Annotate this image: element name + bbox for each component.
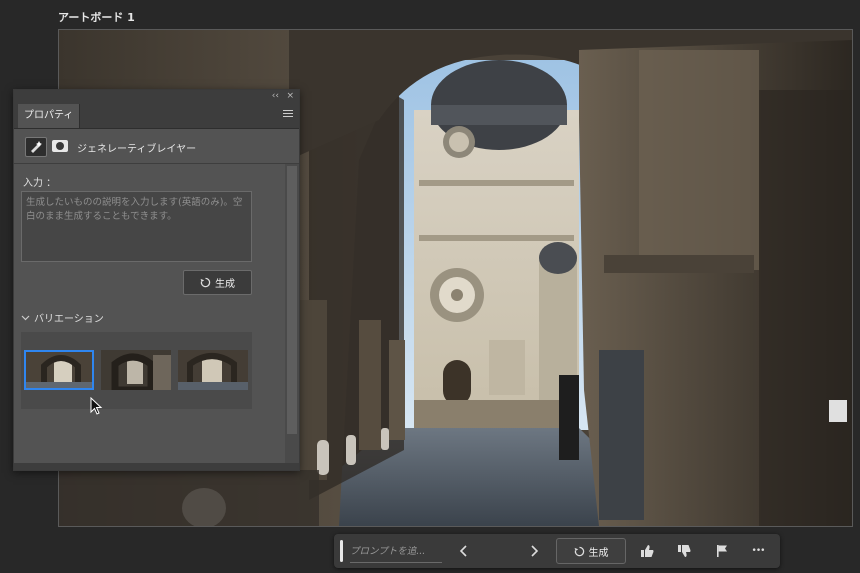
tab-properties[interactable]: プロパティ <box>18 104 81 128</box>
panel-menu-icon[interactable] <box>283 110 293 118</box>
contextual-taskbar: 生成 ••• <box>334 534 780 568</box>
collapse-panel-icon[interactable]: ‹‹ <box>272 90 279 102</box>
panel-resize-handle[interactable] <box>14 463 299 470</box>
variations-grid <box>21 332 252 409</box>
taskbar-prompt-input[interactable] <box>350 540 442 563</box>
variations-label: バリエーション <box>34 314 104 325</box>
variation-thumbnail-3[interactable] <box>178 350 248 390</box>
taskbar-generate-label: 生成 <box>588 547 609 559</box>
generative-layer-icon <box>25 137 47 157</box>
panel-tab-bar: プロパティ <box>14 102 299 129</box>
thumbs-up-icon[interactable] <box>639 543 655 559</box>
artboard-title: アートボード 1 <box>58 11 135 24</box>
chevron-down-icon <box>21 315 30 320</box>
generate-button[interactable]: 生成 <box>183 270 252 295</box>
taskbar-generate-button[interactable]: 生成 <box>556 538 626 564</box>
close-panel-icon[interactable]: × <box>286 90 294 102</box>
scrollbar-thumb[interactable] <box>287 166 297 434</box>
mouse-pointer-icon <box>90 397 103 415</box>
previous-variation-icon[interactable] <box>456 543 472 559</box>
panel-title-bar[interactable]: ‹‹ × <box>14 90 299 102</box>
thumbs-down-icon[interactable] <box>676 543 692 559</box>
taskbar-drag-handle[interactable] <box>340 540 343 562</box>
variation-thumbnail-2[interactable] <box>101 350 171 390</box>
refresh-icon <box>574 546 584 556</box>
more-options-icon[interactable]: ••• <box>750 543 766 559</box>
layer-mask-icon <box>52 140 68 152</box>
refresh-icon <box>200 277 211 288</box>
properties-panel[interactable]: ‹‹ × プロパティ ジェネレーティブレイヤー 入力 ： 生成 バリエーション <box>13 89 300 471</box>
layer-info-row: ジェネレーティブレイヤー <box>14 129 299 164</box>
variation-thumbnail-1[interactable] <box>24 350 94 390</box>
generate-button-label: 生成 <box>215 279 235 290</box>
prompt-textarea[interactable] <box>21 191 252 262</box>
next-variation-icon[interactable] <box>526 543 542 559</box>
variations-header[interactable]: バリエーション <box>21 310 104 325</box>
report-flag-icon[interactable] <box>714 543 730 559</box>
layer-name: ジェネレーティブレイヤー <box>77 144 197 155</box>
input-label: 入力 ： <box>23 178 57 189</box>
panel-scrollbar[interactable] <box>285 164 299 470</box>
